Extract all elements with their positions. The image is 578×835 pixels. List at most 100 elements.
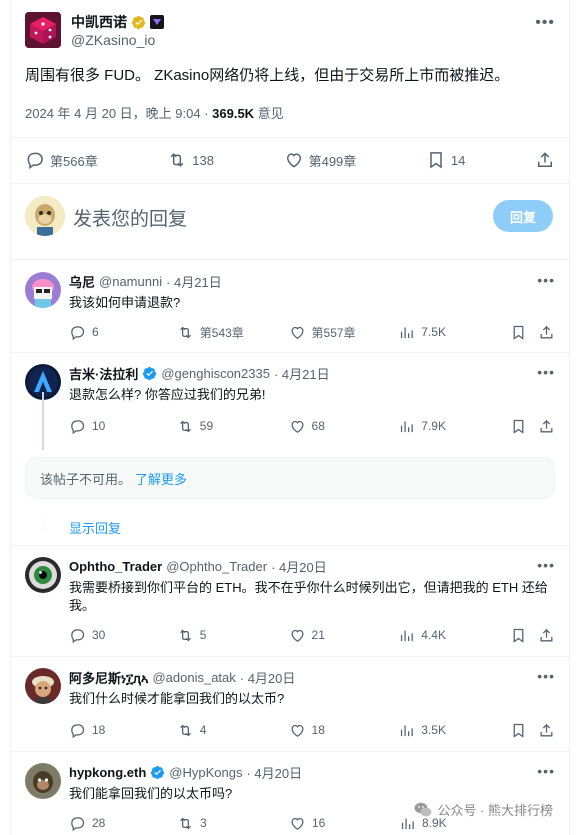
reply-action[interactable]: 10: [69, 418, 177, 435]
retweet-action[interactable]: 59: [177, 418, 289, 435]
reply-date[interactable]: · 4月21日: [166, 272, 222, 291]
reply-author-handle[interactable]: @adonis_atak: [152, 670, 235, 685]
heart-icon: [291, 724, 303, 737]
bookmark-icon: [513, 723, 524, 738]
reply-avatar[interactable]: [25, 763, 61, 799]
affiliate-badge-icon: [150, 15, 164, 29]
reply-button[interactable]: 回复: [493, 200, 553, 232]
bookmark-action[interactable]: [510, 627, 538, 644]
share-icon: [540, 419, 553, 432]
reply-author-name[interactable]: 吉米·法拉利: [69, 364, 138, 383]
tweet-thread-frame: 中凯西诺 @ZKasino_io ••• 周围有很多 FUD。 ZKasino网…: [10, 0, 570, 835]
retweet-action[interactable]: 4: [177, 722, 289, 739]
bookmark-action[interactable]: [510, 324, 538, 341]
divider: [11, 259, 569, 260]
watermark-text: 公众号 · 熊大排行榜: [437, 803, 553, 818]
retweet-action[interactable]: 第543章: [177, 324, 289, 341]
bookmark-action[interactable]: [510, 722, 538, 739]
reply-composer: 发表您的回复 回复: [25, 192, 555, 244]
views-action[interactable]: 4.4K: [398, 627, 510, 644]
like-action[interactable]: 21: [289, 627, 399, 644]
views-action[interactable]: 7.5K: [398, 324, 510, 341]
retweet-action[interactable]: 3: [177, 815, 289, 832]
unavailable-text: 该帖子不可用。: [40, 471, 132, 487]
reply-author-handle[interactable]: @namunni: [99, 274, 162, 289]
reply-date[interactable]: · 4月21日: [274, 364, 330, 383]
view-count: 369.5K: [212, 106, 255, 121]
reply-action[interactable]: 18: [69, 722, 177, 739]
more-options-icon[interactable]: •••: [537, 364, 555, 380]
bookmark-icon: [513, 325, 524, 340]
more-options-icon[interactable]: •••: [537, 557, 555, 573]
retweet-icon: [170, 153, 184, 167]
reply-item[interactable]: 乌尼 @namunni · 4月21日 ••• 我该如何申请退款? 6 第543…: [11, 262, 569, 350]
like-action[interactable]: 第557章: [289, 324, 399, 341]
reply-author-name[interactable]: Ophtho_Trader: [69, 559, 162, 574]
thread-dots-icon: · · ·: [41, 512, 45, 535]
reply-author-name[interactable]: 乌尼: [69, 272, 95, 291]
share-action[interactable]: [535, 150, 555, 170]
reply-item[interactable]: 阿多尼斯ነ፲ԯኣ @adonis_atak · 4月20日 ••• 我们什么时候…: [11, 658, 569, 750]
reply-item[interactable]: hypkong.eth @HypKongs · 4月20日 ••• 我们能拿回我…: [11, 753, 569, 835]
learn-more-link[interactable]: 了解更多: [135, 469, 187, 488]
reply-icon: [71, 723, 85, 738]
share-action[interactable]: [538, 722, 555, 739]
reply-author-handle[interactable]: @Ophtho_Trader: [166, 559, 267, 574]
reply-actions: 18 4 18 3.5K: [69, 720, 555, 740]
author-name[interactable]: 中凯西诺: [71, 12, 127, 32]
unavailable-post-notice: 该帖子不可用。 了解更多: [25, 457, 555, 499]
views-chart-icon: [401, 725, 414, 736]
user-avatar[interactable]: [25, 196, 65, 236]
reply-action[interactable]: 28: [69, 815, 177, 832]
reply-action[interactable]: 6: [69, 324, 177, 341]
like-action[interactable]: 68: [289, 418, 399, 435]
reply-text: 我需要桥接到你们平台的 ETH。我不在乎你什么时候列出它，但请把我的 ETH 还…: [69, 580, 548, 613]
more-options-icon[interactable]: •••: [537, 763, 555, 779]
retweet-action[interactable]: 5: [177, 627, 289, 644]
reply-author-name[interactable]: 阿多尼斯ነ፲ԯኣ: [69, 668, 148, 687]
share-action[interactable]: [538, 418, 555, 435]
reply-input[interactable]: 发表您的回复: [73, 204, 187, 231]
reply-item[interactable]: 吉米·法拉利 @genghiscon2335 · 4月21日 ••• 退款怎么样…: [11, 354, 569, 444]
more-options-icon[interactable]: •••: [537, 272, 555, 288]
share-action[interactable]: [538, 627, 555, 644]
reply-icon: [27, 152, 43, 169]
reply-action[interactable]: 第566章: [25, 150, 98, 170]
reply-action[interactable]: 30: [69, 627, 177, 644]
reply-date[interactable]: · 4月20日: [271, 557, 327, 576]
reply-avatar[interactable]: [25, 668, 61, 704]
more-options-icon[interactable]: •••: [537, 668, 555, 684]
like-action[interactable]: 18: [289, 722, 399, 739]
reply-avatar[interactable]: [25, 557, 61, 593]
retweet-icon: [179, 629, 191, 641]
bookmark-action[interactable]: [510, 418, 538, 435]
divider: [11, 656, 569, 657]
views-chart-icon: [401, 630, 414, 641]
share-action[interactable]: [538, 324, 555, 341]
reply-avatar[interactable]: [25, 272, 61, 308]
share-icon: [537, 152, 552, 167]
reply-date[interactable]: · 4月20日: [240, 668, 296, 687]
retweet-icon: [179, 420, 191, 432]
share-icon: [540, 325, 553, 338]
like-action[interactable]: 第499章: [284, 150, 356, 170]
reply-item[interactable]: Ophtho_Trader @Ophtho_Trader · 4月20日 •••…: [11, 547, 569, 655]
author-handle[interactable]: @ZKasino_io: [71, 32, 155, 48]
divider: [11, 137, 569, 138]
retweet-action[interactable]: 138: [167, 150, 214, 170]
views-action[interactable]: 3.5K: [398, 722, 510, 739]
reply-author-name[interactable]: hypkong.eth: [69, 765, 146, 780]
reply-author-handle[interactable]: @HypKongs: [169, 765, 242, 780]
like-action[interactable]: 16: [289, 815, 399, 832]
zkasino-avatar[interactable]: [25, 12, 61, 48]
reply-icon: [71, 325, 85, 340]
views-action[interactable]: 7.9K: [398, 418, 510, 435]
tweet-date[interactable]: 2024 年 4 月 20 日，晚上 9:04 ·: [25, 106, 212, 121]
more-options-icon[interactable]: •••: [535, 14, 555, 32]
bookmark-action[interactable]: 14: [426, 150, 465, 170]
reply-date[interactable]: · 4月20日: [246, 763, 302, 782]
show-replies-link[interactable]: 显示回复: [69, 518, 121, 537]
reply-header: 吉米·法拉利 @genghiscon2335 · 4月21日: [69, 364, 330, 383]
reply-actions: 30 5 21 4.4K: [69, 625, 555, 645]
reply-author-handle[interactable]: @genghiscon2335: [161, 366, 270, 381]
